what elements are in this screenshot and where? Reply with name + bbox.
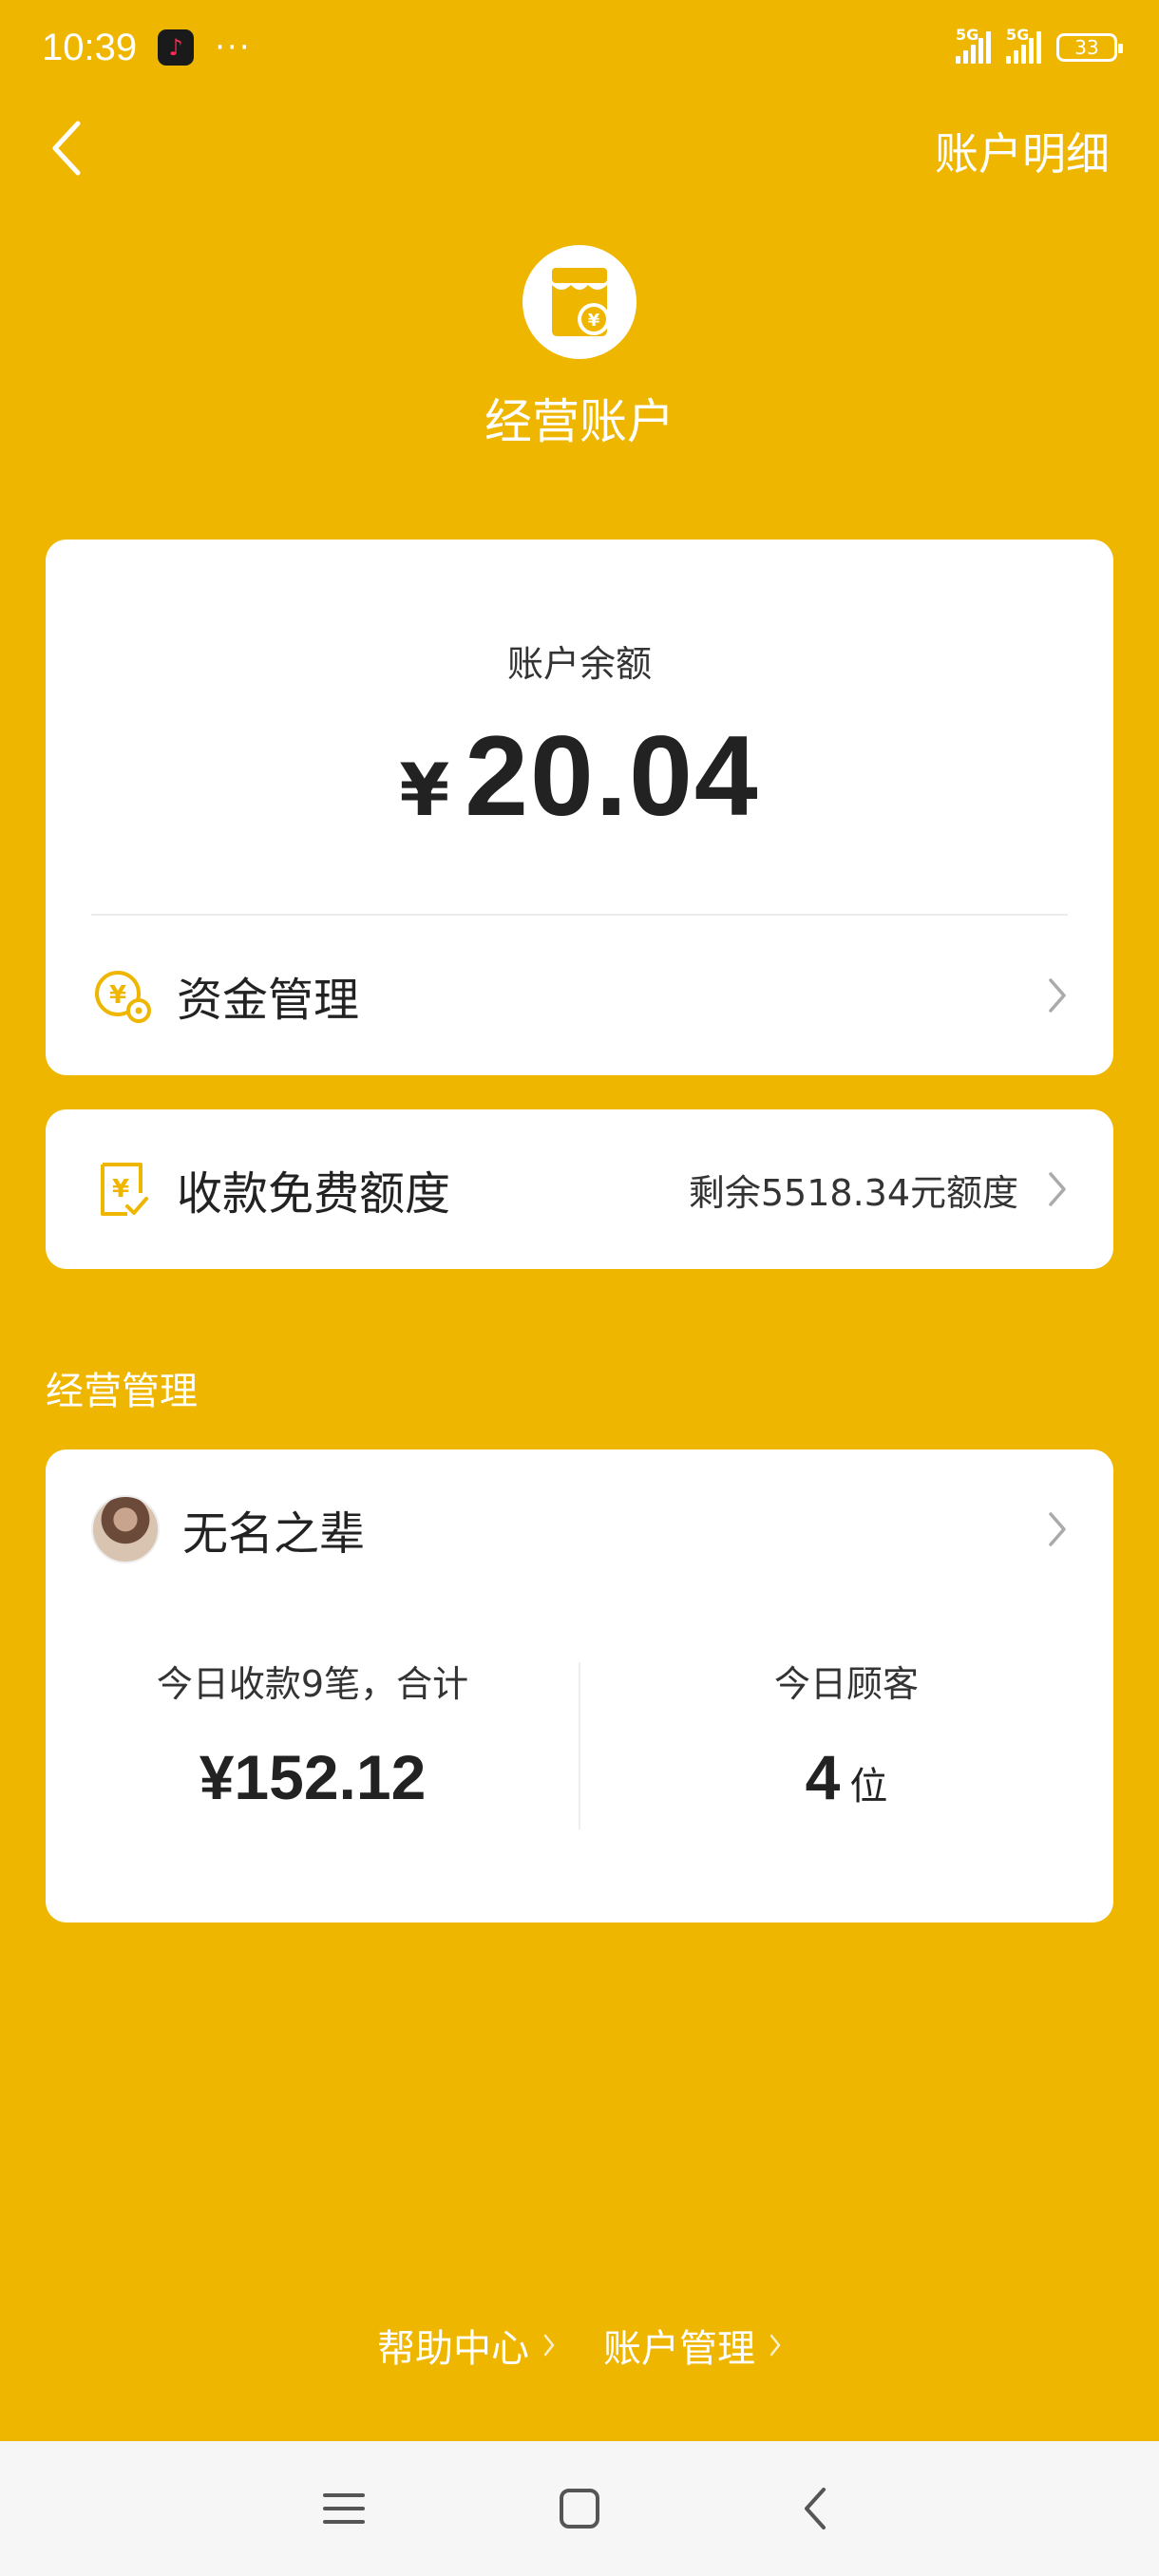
account-management-label: 账户管理 <box>603 2327 755 2371</box>
fund-management-label: 资金管理 <box>177 974 360 1027</box>
signal-icon: 5G <box>1006 26 1041 64</box>
help-center-label: 帮助中心 <box>377 2327 529 2371</box>
avatar <box>91 1495 160 1563</box>
free-quota-card[interactable]: ¥ 收款免费额度 剩余5518.34元额度 <box>46 1109 1113 1269</box>
status-time: 10:39 <box>42 26 138 68</box>
today-receipts-label: 今日收款9笔，合计 <box>156 1663 469 1705</box>
signal-icon: 5G <box>956 26 991 64</box>
balance-amount: ¥ 20.04 <box>46 710 1113 842</box>
account-detail-link[interactable]: 账户明细 <box>935 120 1110 182</box>
battery-icon: 33 <box>1056 33 1123 62</box>
chevron-right-icon <box>543 2334 555 2357</box>
system-nav-bar <box>0 2441 1159 2576</box>
today-customers-stat[interactable]: 今日顾客 4位 <box>580 1655 1113 1813</box>
home-icon[interactable] <box>557 2486 602 2531</box>
free-quota-label: 收款免费额度 <box>177 1167 451 1221</box>
today-receipts-value: ¥152.12 <box>199 1742 427 1812</box>
yuan-gear-icon: ¥ <box>91 965 152 1026</box>
help-center-link[interactable]: 帮助中心 <box>377 2318 556 2373</box>
back-arrow-icon[interactable] <box>48 118 86 179</box>
balance-label: 账户余额 <box>506 643 652 685</box>
status-left: 10:39 ♪ ··· <box>42 27 252 69</box>
menu-icon[interactable] <box>321 2486 367 2531</box>
svg-text:¥: ¥ <box>109 981 126 1010</box>
today-customers-value-wrap: 4位 <box>580 1741 1113 1813</box>
store-card: 无名之辈 今日收款9笔，合计 ¥152.12 今日顾客 4位 <box>46 1449 1113 1923</box>
tiktok-icon: ♪ <box>158 29 195 66</box>
account-management-link[interactable]: 账户管理 <box>603 2318 782 2373</box>
chevron-right-icon <box>1047 1170 1068 1208</box>
fund-management-row[interactable]: ¥ 资金管理 <box>46 916 1113 1075</box>
status-right: 5G 5G 33 <box>956 26 1123 64</box>
status-more-dots: ··· <box>215 28 252 66</box>
today-customers-unit: 位 <box>849 1766 888 1808</box>
page-title: 经营账户 <box>484 394 674 449</box>
currency-symbol: ¥ <box>399 748 450 832</box>
back-icon[interactable] <box>792 2486 838 2531</box>
svg-text:¥: ¥ <box>112 1175 129 1203</box>
chevron-right-icon <box>1047 976 1068 1014</box>
battery-level: 33 <box>1074 36 1099 59</box>
today-customers-label: 今日顾客 <box>773 1663 919 1705</box>
network-type-label: 5G <box>1006 26 1030 44</box>
chevron-right-icon <box>1047 1510 1068 1548</box>
chevron-right-icon <box>770 2334 781 2357</box>
free-quota-value: 剩余5518.34元额度 <box>688 1171 1018 1214</box>
network-type-label: 5G <box>956 26 979 44</box>
status-bar: 10:39 ♪ ··· 5G 5G 33 <box>0 0 1159 95</box>
balance-value: 20.04 <box>465 712 760 840</box>
store-name: 无名之辈 <box>182 1507 366 1561</box>
today-customers-value: 4 <box>805 1742 841 1812</box>
free-quota-row[interactable]: ¥ 收款免费额度 剩余5518.34元额度 <box>46 1109 1113 1269</box>
footer-links: 帮助中心 账户管理 <box>0 2318 1159 2373</box>
receipt-yuan-icon: ¥ <box>91 1159 152 1220</box>
svg-text:¥: ¥ <box>588 311 600 331</box>
section-title: 经营管理 <box>46 1370 198 1413</box>
balance-card: 账户余额 ¥ 20.04 ¥ 资金管理 <box>46 540 1113 1075</box>
store-yuan-icon: ¥ <box>522 245 636 359</box>
store-row[interactable]: 无名之辈 <box>46 1449 1113 1609</box>
today-receipts-stat[interactable]: 今日收款9笔，合计 ¥152.12 <box>46 1655 580 1813</box>
